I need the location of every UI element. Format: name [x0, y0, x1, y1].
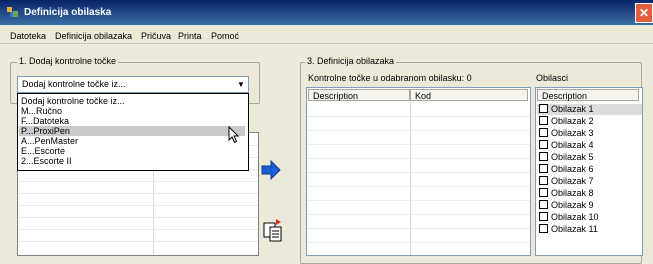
checkbox[interactable] — [539, 104, 548, 113]
tour-item[interactable]: Obilazak 9 — [539, 200, 594, 211]
checkbox[interactable] — [539, 152, 548, 161]
tour-item[interactable]: Obilazak 7 — [539, 176, 594, 187]
option-proxipen[interactable]: P...ProxiPen — [19, 126, 245, 136]
menu-definicija-obilazaka[interactable]: Definicija obilazaka — [55, 31, 132, 41]
tour-item[interactable]: Obilazak 2 — [539, 116, 594, 127]
tour-definition-label: 3. Definicija obilazaka — [305, 56, 397, 66]
menu-printa[interactable]: Printa — [178, 31, 202, 41]
checkbox[interactable] — [539, 164, 548, 173]
tours-label: Obilasci — [536, 73, 569, 83]
checkpoint-source-value: Dodaj kontrolne točke iz... — [22, 79, 126, 89]
checkpoint-count-label: Kontrolne točke u odabranom obilasku: 0 — [308, 73, 472, 83]
checkbox[interactable] — [539, 140, 548, 149]
tour-item[interactable]: Obilazak 10 — [539, 212, 599, 223]
option-escorte[interactable]: E...Escorte — [21, 146, 65, 156]
window-title: Definicija obilaska — [24, 7, 112, 18]
option-escorte-ii[interactable]: 2...Escorte II — [21, 156, 72, 166]
title-bar: Definicija obilaska ✕ — [0, 0, 653, 25]
tour-item[interactable]: Obilazak 4 — [539, 140, 594, 151]
checkbox[interactable] — [539, 128, 548, 137]
tours-column-header[interactable]: Description — [537, 89, 639, 101]
tour-checkpoints-table[interactable]: Description Kod — [306, 87, 531, 256]
tour-item[interactable]: Obilazak 1 — [537, 104, 642, 115]
menu-pricuva[interactable]: Pričuva — [141, 31, 171, 41]
tour-item[interactable]: Obilazak 11 — [539, 224, 598, 235]
column-header-description[interactable]: Description — [308, 89, 410, 101]
menu-bar: Datoteka Definicija obilazaka Pričuva Pr… — [0, 29, 653, 44]
option-rucno[interactable]: M...Ručno — [21, 106, 62, 116]
tour-item[interactable]: Obilazak 6 — [539, 164, 594, 175]
chevron-down-icon[interactable]: ▼ — [235, 78, 247, 91]
add-checkpoints-label: 1. Dodaj kontrolne točke — [17, 56, 119, 66]
column-header-kod[interactable]: Kod — [410, 89, 528, 101]
tour-item[interactable]: Obilazak 8 — [539, 188, 594, 199]
checkbox[interactable] — [539, 176, 548, 185]
checkbox[interactable] — [539, 188, 548, 197]
option-penmaster[interactable]: A...PenMaster — [21, 136, 78, 146]
close-button[interactable]: ✕ — [635, 3, 653, 23]
paste-icon[interactable] — [262, 218, 284, 242]
checkbox[interactable] — [539, 224, 548, 233]
option-dodaj[interactable]: Dodaj kontrolne točke iz... — [21, 96, 125, 106]
right-arrow-icon[interactable] — [260, 160, 282, 180]
checkpoint-source-dropdown: Dodaj kontrolne točke iz... M...Ručno F.… — [17, 93, 249, 171]
checkbox[interactable] — [539, 200, 548, 209]
menu-datoteka[interactable]: Datoteka — [10, 31, 46, 41]
menu-pomoc[interactable]: Pomoć — [211, 31, 239, 41]
tour-item[interactable]: Obilazak 3 — [539, 128, 594, 139]
checkbox[interactable] — [539, 116, 548, 125]
tour-item[interactable]: Obilazak 5 — [539, 152, 594, 163]
checkpoint-source-select[interactable]: Dodaj kontrolne točke iz... ▼ — [17, 76, 249, 93]
tours-list[interactable]: Description Obilazak 1 Obilazak 2 Obilaz… — [535, 87, 643, 256]
app-icon — [7, 7, 18, 17]
checkbox[interactable] — [539, 212, 548, 221]
mouse-pointer-icon — [228, 126, 240, 144]
option-datoteka[interactable]: F...Datoteka — [21, 116, 69, 126]
